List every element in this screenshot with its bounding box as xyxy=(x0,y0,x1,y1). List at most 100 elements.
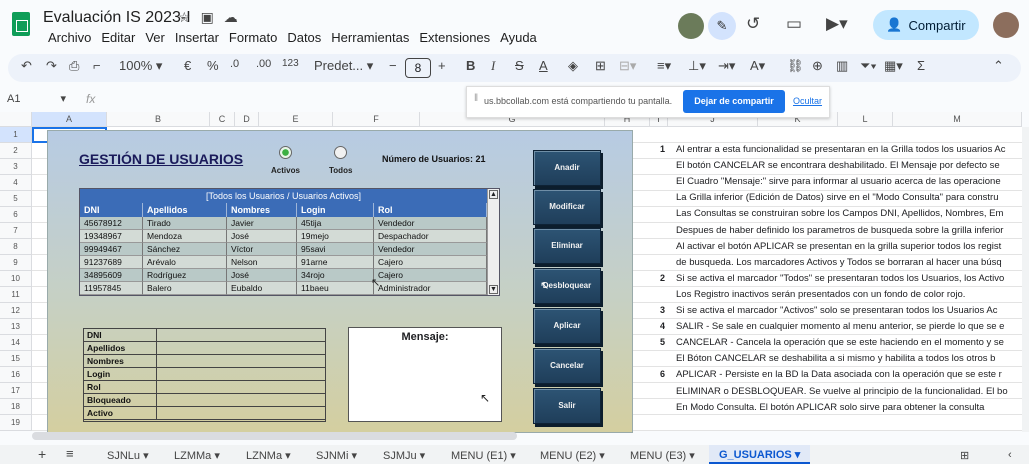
column-header[interactable]: A xyxy=(32,112,107,127)
vertical-scrollbar[interactable] xyxy=(1022,127,1029,432)
sheet-tab[interactable]: LZNMa ▾ xyxy=(246,449,291,462)
account-avatar[interactable] xyxy=(993,12,1019,38)
menu-item[interactable]: Archivo xyxy=(43,30,96,45)
row-header[interactable]: 10 xyxy=(0,271,32,287)
grid-cell[interactable]: Javier xyxy=(227,217,297,230)
menu-item[interactable]: Formato xyxy=(224,30,282,45)
all-radio[interactable] xyxy=(334,146,347,159)
drag-handle-icon[interactable]: ‖ xyxy=(474,93,478,104)
tab-menu-icon[interactable]: ▾ xyxy=(282,450,291,462)
add-sheet-icon[interactable]: + xyxy=(38,446,46,462)
grid-cell[interactable]: Mendoza xyxy=(143,230,227,243)
stop-sharing-button[interactable]: Dejar de compartir xyxy=(683,90,785,113)
detail-value-field[interactable] xyxy=(157,407,325,420)
sheet-tab[interactable]: MENU (E2) ▾ xyxy=(540,449,605,462)
increase-decimal-button[interactable]: .00 xyxy=(256,58,271,70)
grid-cell[interactable]: 11957845 xyxy=(80,282,143,295)
history-icon[interactable]: ↺ xyxy=(746,14,760,34)
select-all-corner[interactable] xyxy=(0,112,32,127)
menu-item[interactable]: Editar xyxy=(96,30,140,45)
text-wrap-icon[interactable]: ⇥▾ xyxy=(718,58,735,74)
detail-value-field[interactable] xyxy=(157,329,325,342)
form-button-aplicar[interactable]: Aplicar xyxy=(533,308,601,344)
row-header[interactable]: 1 xyxy=(0,127,32,143)
link-icon[interactable]: ⛓ xyxy=(787,58,804,74)
horizontal-scrollbar[interactable] xyxy=(32,432,517,440)
users-grid-scrollbar[interactable]: ▲ ▼ xyxy=(487,189,499,295)
row-header[interactable]: 3 xyxy=(0,159,32,175)
share-button[interactable]: 👤 Compartir xyxy=(873,10,979,40)
sheet-tab[interactable]: SJNMi ▾ xyxy=(316,449,357,462)
collapse-toolbar-icon[interactable]: ⌃ xyxy=(993,58,1004,74)
column-header[interactable]: M xyxy=(893,112,1022,127)
detail-value-field[interactable] xyxy=(157,342,325,355)
column-header[interactable]: E xyxy=(259,112,333,127)
chart-icon[interactable]: ▥ xyxy=(836,58,848,74)
zoom-select[interactable]: 100% ▾ xyxy=(119,58,162,74)
text-color-button[interactable]: A xyxy=(539,58,548,73)
grid-cell[interactable]: Vendedor xyxy=(374,217,487,230)
grid-cell[interactable]: José xyxy=(227,269,297,282)
present-icon[interactable]: ✎ xyxy=(708,12,736,40)
merge-cells-icon[interactable]: ⊟▾ xyxy=(619,58,636,74)
form-button-modificar[interactable]: Modificar xyxy=(533,189,601,225)
detail-value-field[interactable] xyxy=(157,381,325,394)
grid-cell[interactable]: 34rojo xyxy=(297,269,374,282)
tab-menu-icon[interactable]: ▾ xyxy=(792,449,801,461)
tabs-scroll-left-icon[interactable]: ‹ xyxy=(1008,449,1012,461)
grid-cell[interactable]: Despachador xyxy=(374,230,487,243)
star-icon[interactable]: ☆ xyxy=(178,9,191,26)
sheets-logo-icon[interactable] xyxy=(12,12,30,36)
grid-cell[interactable]: 19mejo xyxy=(297,230,374,243)
detail-value-field[interactable] xyxy=(157,355,325,368)
name-box[interactable]: A1 ▾ xyxy=(7,92,66,105)
currency-button[interactable]: € xyxy=(184,58,191,73)
undo-icon[interactable]: ↶ xyxy=(21,58,32,74)
tab-menu-icon[interactable]: ▾ xyxy=(417,450,426,462)
grid-cell[interactable]: 91237689 xyxy=(80,256,143,269)
row-header[interactable]: 9 xyxy=(0,255,32,271)
filter-views-icon[interactable]: ▦▾ xyxy=(884,58,903,74)
row-header[interactable]: 8 xyxy=(0,239,32,255)
tab-menu-icon[interactable]: ▾ xyxy=(596,450,605,462)
functions-button[interactable]: Σ xyxy=(917,58,925,73)
print-icon[interactable]: ⎙ xyxy=(69,58,79,74)
borders-icon[interactable]: ⊞ xyxy=(595,58,606,74)
grid-cell[interactable]: Arévalo xyxy=(143,256,227,269)
grid-cell[interactable]: 99949467 xyxy=(80,243,143,256)
redo-icon[interactable]: ↷ xyxy=(46,58,57,74)
row-header[interactable]: 11 xyxy=(0,287,32,303)
fill-color-icon[interactable]: ◈ xyxy=(568,58,578,74)
row-header[interactable]: 15 xyxy=(0,351,32,367)
sheet-tab[interactable]: MENU (E1) ▾ xyxy=(451,449,516,462)
comment-icon[interactable]: ⊕ xyxy=(812,58,823,74)
tab-menu-icon[interactable]: ▾ xyxy=(348,450,357,462)
bold-button[interactable]: B xyxy=(466,58,475,73)
tab-menu-icon[interactable]: ▾ xyxy=(211,450,220,462)
menu-item[interactable]: Ayuda xyxy=(495,30,542,45)
paint-format-icon[interactable]: ⌐ xyxy=(93,58,101,73)
menu-item[interactable]: Datos xyxy=(282,30,326,45)
sheet-tab[interactable]: LZMMa ▾ xyxy=(174,449,220,462)
grid-cell[interactable]: 19348967 xyxy=(80,230,143,243)
grid-cell[interactable]: Cajero xyxy=(374,269,487,282)
grid-cell[interactable]: 34895609 xyxy=(80,269,143,282)
menu-item[interactable]: Extensiones xyxy=(414,30,495,45)
text-rotation-icon[interactable]: A▾ xyxy=(750,58,765,74)
cloud-status-icon[interactable]: ☁ xyxy=(224,9,238,26)
grid-cell[interactable]: 91arne xyxy=(297,256,374,269)
sheet-tab[interactable]: G_USUARIOS ▾ xyxy=(709,445,811,464)
all-sheets-icon[interactable]: ≡ xyxy=(66,446,74,461)
grid-cell[interactable]: 95savi xyxy=(297,243,374,256)
grid-cell[interactable]: Cajero xyxy=(374,256,487,269)
row-header[interactable]: 18 xyxy=(0,399,32,415)
comments-icon[interactable]: ▭ xyxy=(786,14,802,34)
detail-value-field[interactable] xyxy=(157,368,325,381)
font-select[interactable]: Predet... ▾ xyxy=(314,58,373,74)
collaborator-avatar[interactable] xyxy=(678,13,704,39)
column-header[interactable]: L xyxy=(838,112,893,127)
strikethrough-button[interactable]: S xyxy=(515,58,524,73)
vertical-align-icon[interactable]: ⊥▾ xyxy=(688,58,706,74)
grid-column-header[interactable]: Login xyxy=(297,203,374,217)
grid-column-header[interactable]: Rol xyxy=(374,203,487,217)
